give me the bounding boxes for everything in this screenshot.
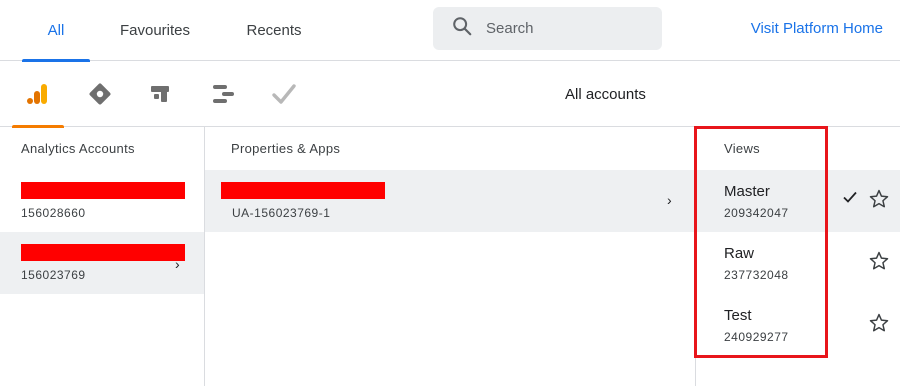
product-data-studio[interactable]: [197, 61, 249, 127]
data-studio-icon: [213, 85, 234, 103]
properties-header: Properties & Apps: [231, 141, 341, 156]
property-row[interactable]: UA-156023769-1 ›: [205, 170, 695, 232]
tab-favourites[interactable]: Favourites: [104, 0, 206, 61]
view-id: 240929277: [724, 330, 789, 344]
product-tag-manager[interactable]: [74, 61, 126, 127]
view-id: 209342047: [724, 206, 789, 220]
search-icon: [451, 15, 473, 42]
tab-all[interactable]: All: [22, 0, 90, 62]
view-id: 237732048: [724, 268, 789, 282]
product-optimize[interactable]: [134, 61, 186, 127]
top-bar: All Favourites Recents Search Visit Plat…: [0, 0, 900, 62]
view-row[interactable]: Raw 237732048: [696, 232, 900, 294]
view-name: Master: [724, 183, 770, 200]
visit-platform-home-link[interactable]: Visit Platform Home: [751, 0, 883, 57]
view-row[interactable]: Test 240929277: [696, 294, 900, 356]
redacted-account-name: [21, 244, 185, 261]
analytics-icon: [27, 84, 47, 104]
optimize-icon: [151, 86, 169, 102]
redacted-property-name: [221, 182, 385, 199]
star-icon[interactable]: [868, 312, 890, 334]
tag-manager-icon: [89, 83, 111, 105]
account-row[interactable]: 156023769 ›: [0, 232, 204, 294]
view-row[interactable]: Master 209342047: [696, 170, 900, 232]
product-surveys[interactable]: [258, 61, 310, 127]
product-analytics[interactable]: [12, 61, 64, 128]
views-header: Views: [724, 141, 760, 156]
redacted-account-name: [21, 182, 185, 199]
search-placeholder: Search: [486, 20, 534, 37]
account-row[interactable]: 156028660: [0, 170, 204, 232]
chevron-right-icon: ›: [667, 192, 672, 208]
property-id: UA-156023769-1: [232, 206, 331, 220]
product-switcher: All accounts: [0, 61, 900, 128]
view-name: Test: [724, 307, 752, 324]
accounts-column: Analytics Accounts 156028660 156023769 ›: [0, 127, 205, 386]
views-column: Views Master 209342047 Raw 237732048 Tes…: [696, 127, 900, 386]
accounts-header: Analytics Accounts: [21, 141, 135, 156]
search-input[interactable]: Search: [433, 7, 662, 50]
account-id: 156028660: [21, 206, 86, 220]
chevron-right-icon: ›: [175, 256, 180, 272]
star-icon[interactable]: [868, 188, 890, 210]
properties-column: Properties & Apps UA-156023769-1 ›: [205, 127, 696, 386]
view-name: Raw: [724, 245, 755, 262]
account-id: 156023769: [21, 268, 86, 282]
surveys-icon: [272, 84, 296, 104]
scope-label: All accounts: [565, 85, 646, 103]
check-icon: [843, 191, 857, 203]
star-icon[interactable]: [868, 250, 890, 272]
tab-recents[interactable]: Recents: [230, 0, 318, 61]
